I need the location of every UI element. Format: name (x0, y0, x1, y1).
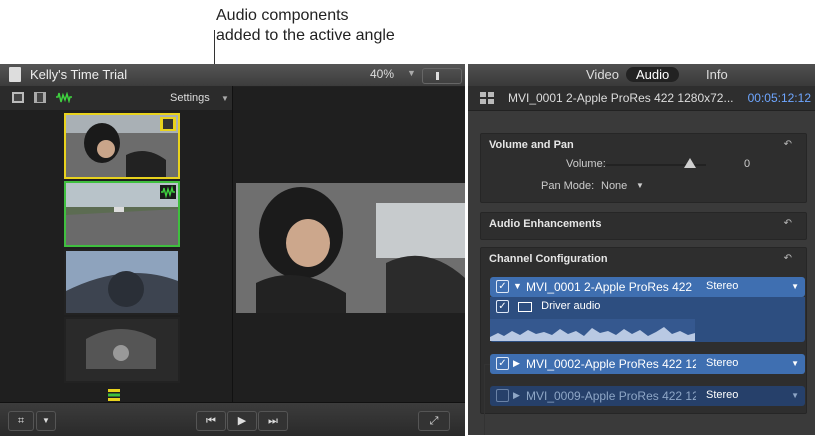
display-mode-chevron-down-icon[interactable]: ▼ (36, 411, 56, 431)
component-3-format[interactable]: Stereo (706, 389, 738, 401)
component-2-chevron-down-icon[interactable]: ▼ (791, 359, 799, 368)
audio-enhancements-title[interactable]: Audio Enhancements (489, 218, 601, 230)
clip-timecode: 00:05:12:12 (747, 91, 811, 105)
channel-config-reset-icon[interactable]: ↶ (784, 253, 792, 264)
angle-4-thumbnail[interactable] (64, 317, 180, 383)
clip-header: MVI_0001 2-Apple ProRes 422 1280x72... 0… (468, 86, 815, 111)
project-icon (9, 67, 21, 82)
pan-mode-chevron-down-icon[interactable]: ▼ (636, 181, 644, 190)
callout-leader-checkbox-horizontal (484, 364, 490, 365)
video-audio-switch-icon[interactable] (12, 92, 24, 103)
audio-enhancements-section: Audio Enhancements ↶ (480, 212, 807, 240)
driver-audio-label: Driver audio (541, 300, 601, 313)
video-only-switch-icon[interactable] (34, 92, 46, 103)
tab-audio[interactable]: Audio (626, 67, 680, 82)
viewer-titlebar: Kelly's Time Trial 40% ▼ (0, 64, 465, 87)
pan-mode-label: Pan Mode: (541, 180, 595, 192)
channel-config-title[interactable]: Channel Configuration (489, 253, 608, 265)
tab-video[interactable]: Video (586, 67, 619, 82)
angle-viewer: Kelly's Time Trial 40% ▼ Settings ▼ ⌗ ▼ … (0, 64, 465, 436)
settings-chevron-down-icon[interactable]: ▼ (221, 94, 229, 103)
component-1-disclosure-icon[interactable]: ▼ (513, 281, 522, 291)
component-1-expanded: ✓ Driver audio (490, 297, 805, 342)
driver-audio-subcomponent: ✓ Driver audio (496, 300, 600, 313)
component-row-3[interactable]: ▶ MVI_0009-Apple ProRes 422 12 Stereo ▼ (490, 386, 805, 406)
viewer-bottom-bar: ⌗ ▼ ⏮ ▶ ⏭ ⤢ (0, 402, 465, 436)
volume-slider-knob[interactable] (684, 158, 696, 168)
driver-audio-waveform (490, 319, 695, 341)
tab-info[interactable]: Info (706, 67, 728, 82)
angle-4-image (66, 319, 178, 381)
inspector-tabs: Video Audio Info (468, 64, 815, 86)
previous-frame-button[interactable]: ⏮ (196, 411, 226, 431)
component-3-chevron-down-icon[interactable]: ▼ (791, 391, 799, 400)
angle-2-thumbnail[interactable] (64, 181, 180, 247)
volume-pan-title[interactable]: Volume and Pan (489, 139, 574, 151)
fullscreen-icon[interactable]: ⤢ (418, 411, 450, 431)
component-2-checkbox[interactable]: ✓ (496, 357, 509, 370)
volume-pan-reset-icon[interactable]: ↶ (784, 139, 792, 150)
angle-toolbar: Settings ▼ (0, 86, 232, 110)
component-1-format[interactable]: Stereo (706, 280, 738, 292)
viewer-preview (236, 183, 465, 313)
component-3-disclosure-icon[interactable]: ▶ (513, 390, 520, 401)
driver-audio-checkbox[interactable]: ✓ (496, 300, 509, 313)
component-row-2[interactable]: ✓ ▶ MVI_0002-Apple ProRes 422 12 Stereo … (490, 354, 805, 374)
pan-mode-value[interactable]: None (601, 180, 627, 192)
angle-3-image (66, 251, 178, 313)
audio-enhancements-reset-icon[interactable]: ↶ (784, 218, 792, 229)
angle-1-thumbnail[interactable] (64, 113, 180, 179)
component-2-name: MVI_0002-Apple ProRes 422 12 (526, 357, 696, 371)
clip-name: MVI_0001 2-Apple ProRes 422 1280x72... (508, 91, 734, 105)
display-mode-button[interactable]: ⌗ (8, 411, 34, 431)
zoom-level[interactable]: 40% (370, 67, 394, 81)
settings-menu[interactable]: Settings (170, 92, 210, 104)
audio-meter-toggle[interactable] (422, 68, 462, 84)
zoom-chevron-down-icon[interactable]: ▼ (407, 68, 416, 78)
angle-3-thumbnail[interactable] (64, 249, 180, 315)
video-badge-icon (160, 117, 176, 131)
angle-bank-icon[interactable] (108, 389, 120, 401)
component-1-chevron-down-icon[interactable]: ▼ (791, 282, 799, 291)
next-frame-button[interactable]: ⏭ (258, 411, 288, 431)
callout-audio-components: Audio components added to the active ang… (216, 7, 395, 44)
component-2-disclosure-icon[interactable]: ▶ (513, 358, 520, 369)
component-1-checkbox[interactable]: ✓ (496, 280, 509, 293)
viewer-title: Kelly's Time Trial (30, 67, 128, 82)
stereo-channel-icon (518, 301, 533, 312)
component-1-name: MVI_0001 2-Apple ProRes 422 1 (526, 280, 696, 294)
audio-inspector: Video Audio Info MVI_0001 2-Apple ProRes… (468, 64, 815, 435)
component-row-1[interactable]: ✓ ▼ MVI_0001 2-Apple ProRes 422 1 Stereo… (490, 277, 805, 297)
volume-pan-section: Volume and Pan ↶ Volume: 0 Pan Mode: Non… (480, 133, 807, 203)
component-3-checkbox[interactable] (496, 389, 509, 402)
audio-badge-icon (160, 185, 176, 199)
component-3-name: MVI_0009-Apple ProRes 422 12 (526, 389, 696, 403)
volume-value[interactable]: 0 (744, 158, 750, 170)
component-2-format[interactable]: Stereo (706, 357, 738, 369)
callout-leader-checkbox-vertical (484, 364, 485, 435)
play-button[interactable]: ▶ (227, 411, 257, 431)
clip-grid-icon (480, 92, 494, 104)
audio-meter-icon (436, 72, 439, 80)
preview-image (236, 183, 465, 313)
audio-only-switch-icon[interactable] (56, 92, 72, 103)
pane-divider (232, 86, 233, 402)
volume-label: Volume: (566, 158, 606, 170)
